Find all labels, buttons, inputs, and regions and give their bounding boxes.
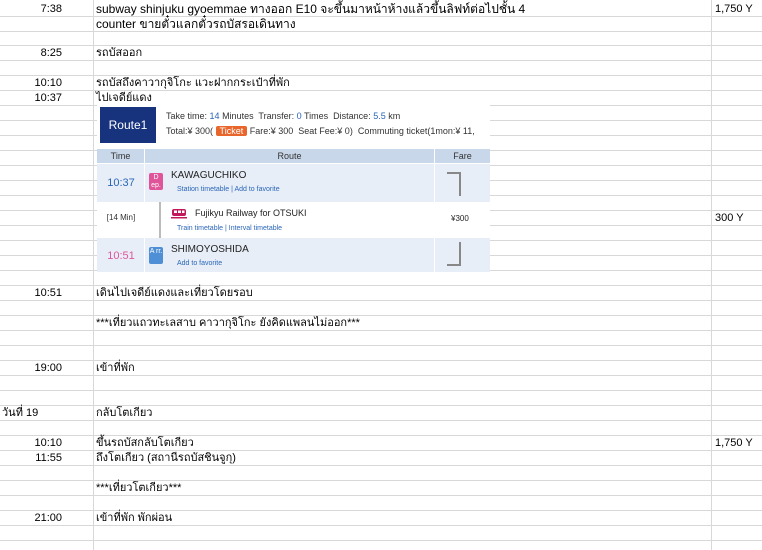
- row-divider: [0, 345, 762, 346]
- row-divider: [0, 465, 762, 466]
- description-cell[interactable]: รถบัสถึงคาวากุจิโกะ แวะฝากกระเป๋าที่พัก: [96, 76, 290, 90]
- fare-bracket-bottom: [447, 242, 461, 266]
- route-summary: Route1 Take time: 14 Minutes Transfer: 0…: [97, 104, 490, 146]
- description-cell[interactable]: ถึงโตเกียว (สถานีรถบัสชินจูกุ): [96, 451, 236, 465]
- time-column-divider: [144, 164, 145, 272]
- description-cell[interactable]: กลับโตเกียว: [96, 406, 152, 420]
- description-cell[interactable]: ***เที่ยวโตเกียว***: [96, 481, 181, 495]
- line-name[interactable]: Fujikyu Railway for OTSUKI: [195, 208, 307, 218]
- segment-row: [14 Min] Fujikyu Railway for OTSUKI Trai…: [97, 202, 490, 238]
- arrival-time: 10:51: [107, 250, 135, 262]
- price-cell[interactable]: 1,750 Y: [715, 436, 753, 450]
- description-cell[interactable]: counter ขายตั๋วแลกตั๋วรถบัสรอเดินทาง: [96, 17, 296, 31]
- time-cell[interactable]: 10:10: [0, 76, 62, 90]
- row-divider: [0, 540, 762, 541]
- description-cell[interactable]: ขึ้นรถบัสกลับโตเกียว: [96, 436, 194, 450]
- line-links[interactable]: Train timetable | Interval timetable: [177, 225, 282, 232]
- departure-badge: D ep.: [149, 173, 163, 190]
- price-cell[interactable]: 1,750 Y: [715, 2, 753, 16]
- segment-duration: [14 Min]: [106, 213, 136, 222]
- time-cell[interactable]: 21:00: [0, 511, 62, 525]
- time-cell[interactable]: 8:25: [0, 46, 62, 60]
- time-cell[interactable]: 10:10: [0, 436, 62, 450]
- description-cell[interactable]: เดินไปเจดีย์แดงและเที่ยวโดยรอบ: [96, 286, 253, 300]
- departure-time: 10:37: [107, 177, 135, 189]
- description-cell[interactable]: รถบัสออก: [96, 46, 142, 60]
- row-divider: [0, 330, 762, 331]
- column-header-route: Route: [145, 149, 434, 163]
- route-result-card: Route1 Take time: 14 Minutes Transfer: 0…: [97, 104, 490, 272]
- row-divider: [0, 31, 762, 32]
- fare-column-divider: [434, 164, 435, 272]
- description-cell[interactable]: เข้าที่พัก: [96, 361, 135, 375]
- departure-links[interactable]: Station timetable | Add to favorite: [177, 186, 280, 193]
- time-cell[interactable]: 19:00: [0, 361, 62, 375]
- row-divider: [0, 525, 762, 526]
- column-divider: [93, 0, 94, 550]
- arrival-station[interactable]: SHIMOYOSHIDA: [171, 244, 249, 255]
- row-divider: [0, 300, 762, 301]
- time-cell[interactable]: 11:55: [0, 451, 62, 465]
- row-divider: [0, 390, 762, 391]
- arrival-row: 10:51 A rr. SHIMOYOSHIDA Add to favorite: [97, 238, 490, 272]
- route-badge[interactable]: Route1: [100, 107, 156, 143]
- row-divider: [0, 420, 762, 421]
- description-cell[interactable]: ไปเจดีย์แดง: [96, 91, 152, 105]
- route-meta-line: Take time: 14 Minutes Transfer: 0 Times …: [166, 111, 401, 121]
- segment-fare: ¥300: [451, 214, 469, 223]
- route-line: [159, 202, 161, 238]
- arrival-links[interactable]: Add to favorite: [177, 260, 222, 267]
- day-cell[interactable]: วันที่ 19: [2, 406, 38, 420]
- departure-row: 10:37 D ep. KAWAGUCHIKO Station timetabl…: [97, 164, 490, 202]
- row-divider: [0, 60, 762, 61]
- description-cell[interactable]: subway shinjuku gyoemmae ทางออก E10 จะขึ…: [96, 2, 525, 16]
- column-header-fare: Fare: [435, 149, 490, 163]
- time-cell[interactable]: 10:51: [0, 286, 62, 300]
- description-cell[interactable]: เข้าที่พัก พักผ่อน: [96, 511, 172, 525]
- train-icon: [171, 208, 187, 219]
- price-cell[interactable]: 300 Y: [715, 211, 744, 225]
- row-divider: [0, 495, 762, 496]
- route-fare-line: Total:¥ 300( Ticket Fare:¥ 300 Seat Fee:…: [166, 126, 475, 136]
- ticket-button[interactable]: Ticket: [215, 126, 248, 136]
- description-cell[interactable]: ***เที่ยวแถวทะเลสาบ คาวากุจิโกะ ยังคิดแพ…: [96, 316, 360, 330]
- column-divider: [711, 0, 712, 550]
- column-header-time: Time: [97, 149, 144, 163]
- spreadsheet: 7:38 subway shinjuku gyoemmae ทางออก E10…: [0, 0, 762, 550]
- time-cell[interactable]: 7:38: [0, 2, 62, 16]
- row-divider: [0, 375, 762, 376]
- fare-bracket-top: [447, 172, 461, 196]
- arrival-badge: A rr.: [149, 247, 163, 264]
- departure-station[interactable]: KAWAGUCHIKO: [171, 170, 246, 181]
- time-cell[interactable]: 10:37: [0, 91, 62, 105]
